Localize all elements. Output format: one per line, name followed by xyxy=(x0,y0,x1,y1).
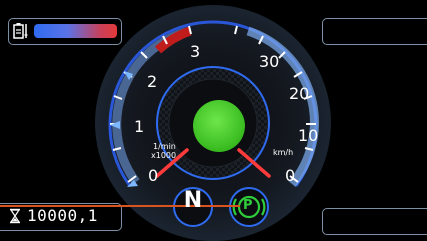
speedo-tick-30: 30 xyxy=(259,52,280,71)
instrument-cluster: 10000,1 P N 0 1 2 3 1/min x1000 0 10 20 … xyxy=(0,0,427,241)
tacho-unit-line1: 1/min xyxy=(153,142,176,151)
tacho-tick-0: 0 xyxy=(148,166,159,185)
tacho-tick-1: 1 xyxy=(134,117,145,136)
tacho-unit-line2: x1000 xyxy=(151,151,177,160)
gauge-dial xyxy=(0,5,331,241)
speedo-tick-0: 0 xyxy=(285,166,296,185)
speedo-tick-10: 10 xyxy=(298,126,319,145)
tacho-tick-2: 2 xyxy=(147,72,158,91)
parking-brake-label: P xyxy=(243,198,253,213)
speedo-tick-20: 20 xyxy=(289,84,310,103)
speedo-unit: km/h xyxy=(273,148,294,157)
gear-label: N xyxy=(183,188,203,213)
tacho-tick-3: 3 xyxy=(190,42,201,61)
status-indicator-lamp xyxy=(193,100,245,152)
